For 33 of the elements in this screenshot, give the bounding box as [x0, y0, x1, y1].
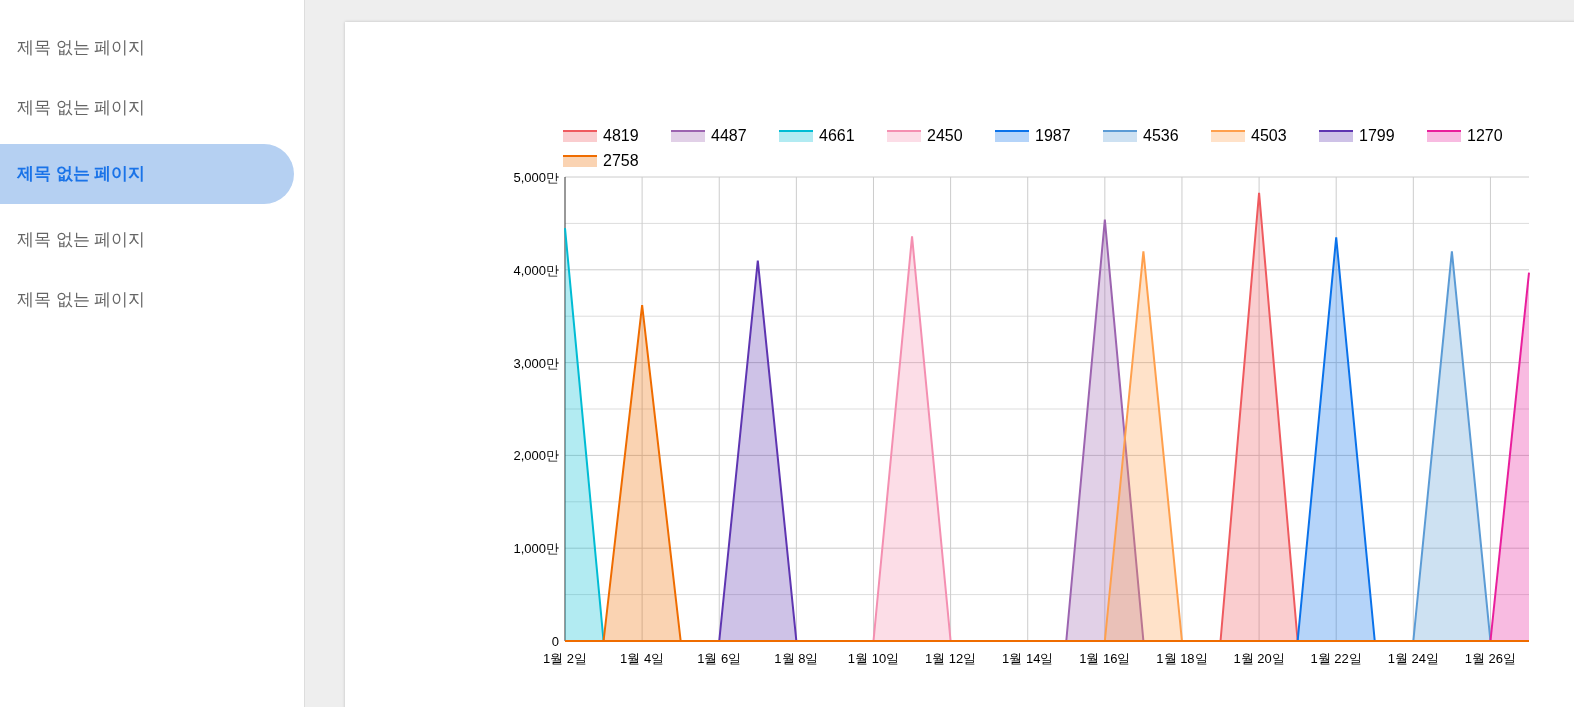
legend-label: 1270 — [1467, 125, 1503, 146]
sidebar-item[interactable]: 제목 없는 페이지 — [0, 216, 294, 264]
y-axis-label: 0 — [551, 634, 559, 649]
x-axis-label: 1월 18일 — [1156, 651, 1208, 666]
legend-label: 4487 — [711, 125, 747, 146]
legend-label: 4819 — [603, 125, 639, 146]
legend-label: 1799 — [1359, 125, 1395, 146]
sidebar-item[interactable]: 제목 없는 페이지 — [0, 276, 294, 324]
x-axis-label: 1월 20일 — [1233, 651, 1285, 666]
legend-label: 2758 — [603, 150, 639, 171]
x-axis-label: 1월 12일 — [924, 651, 977, 666]
x-axis-label: 1월 8일 — [774, 651, 819, 666]
x-axis-label: 1월 14일 — [1002, 651, 1054, 666]
x-axis-label: 1월 4일 — [620, 651, 665, 666]
y-axis-label: 1,000만 — [513, 541, 559, 557]
x-axis-label: 1월 2일 — [542, 651, 588, 666]
x-axis-label: 1월 10일 — [847, 651, 900, 666]
sidebar-item[interactable]: 제목 없는 페이지 — [0, 84, 294, 132]
x-axis-label: 1월 26일 — [1464, 651, 1517, 666]
y-axis-label: 5,000만 — [513, 173, 559, 185]
x-axis-label: 1월 24일 — [1387, 651, 1439, 666]
legend-label: 4503 — [1251, 125, 1287, 146]
legend-label: 1987 — [1035, 125, 1071, 146]
y-axis-label: 2,000만 — [513, 448, 559, 464]
y-axis-label: 3,000만 — [513, 355, 559, 371]
legend-label: 4536 — [1143, 125, 1179, 146]
x-axis-label: 1월 16일 — [1079, 651, 1131, 666]
x-axis-label: 1월 22일 — [1310, 651, 1362, 666]
y-axis-label: 4,000만 — [513, 262, 559, 278]
legend-label: 4661 — [819, 125, 855, 146]
x-axis-label: 1월 6일 — [697, 651, 742, 666]
legend-label: 2450 — [927, 125, 963, 146]
sidebar-item[interactable]: 제목 없는 페이지 — [0, 24, 294, 72]
